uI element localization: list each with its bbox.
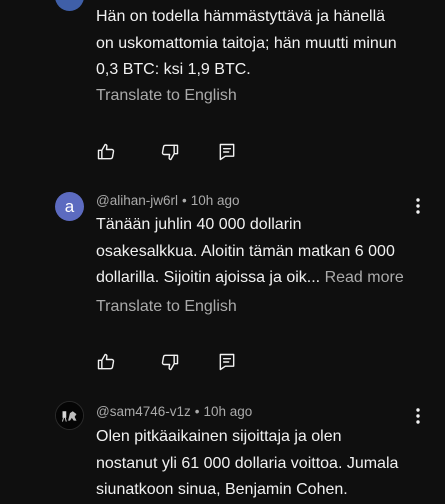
comment-text-truncated: dollarilla. Sijoitin ajoissa ja oik... — [96, 269, 321, 286]
translate-link[interactable]: Translate to English — [96, 298, 237, 316]
comment-meta: @sam4746-v1z • 10h ago — [96, 404, 252, 419]
thumbs-down-icon[interactable] — [160, 142, 180, 162]
avatar-icon — [56, 402, 83, 429]
read-more-link[interactable]: Read more — [325, 269, 404, 286]
comment-author[interactable]: @alihan-jw6rl — [96, 193, 178, 208]
comment-author[interactable]: @sam4746-v1z — [96, 404, 191, 419]
comment-time: 10h ago — [203, 404, 253, 419]
avatar[interactable]: a — [55, 192, 84, 221]
comment-text: Olen pitkäaikainen sijoittaja ja olen no… — [96, 424, 426, 504]
comment-text-line: nostanut yli 61 000 dollaria voittoa. Ju… — [96, 454, 399, 472]
comment-text-line: Olen pitkäaikainen sijoittaja ja olen — [96, 428, 342, 445]
reply-icon[interactable] — [217, 142, 237, 162]
comment-actions — [96, 142, 246, 162]
comment-meta: @alihan-jw6rl • 10h ago — [96, 193, 240, 208]
comment-text-line: osakesalkkua. Aloitin tämän matkan 6 000 — [96, 242, 395, 260]
comment-text-line: dollarilla. Sijoitin ajoissa ja oik... R… — [96, 265, 426, 292]
thumbs-up-icon[interactable] — [96, 142, 116, 162]
comment-text-line: Tänään juhlin 40 000 dollarin — [96, 216, 302, 233]
thumbs-down-icon[interactable] — [160, 352, 180, 372]
comment-text-line: 0,3 BTC: ksi 1,9 BTC. — [96, 61, 251, 78]
translate-link[interactable]: Translate to English — [96, 87, 237, 105]
more-vertical-icon[interactable] — [410, 406, 426, 426]
comment-text-line: Hän on todella hämmästyttävä ja hänellä — [96, 8, 386, 25]
thumbs-up-icon[interactable] — [96, 352, 116, 372]
comment-text: Hän on todella hämmästyttävä ja hänellä … — [96, 4, 426, 84]
meta-separator: • — [194, 404, 200, 419]
comment-actions — [96, 352, 246, 372]
avatar-letter: a — [64, 197, 75, 216]
avatar[interactable] — [55, 401, 84, 430]
comment-time: 10h ago — [190, 193, 240, 208]
meta-separator: • — [181, 193, 187, 208]
avatar[interactable] — [55, 0, 84, 11]
comment-text-line: on uskomattomia taitoja; hän muutti minu… — [96, 34, 397, 52]
reply-icon[interactable] — [217, 352, 237, 372]
comment-text: Tänään juhlin 40 000 dollarin osakesalkk… — [96, 212, 426, 292]
